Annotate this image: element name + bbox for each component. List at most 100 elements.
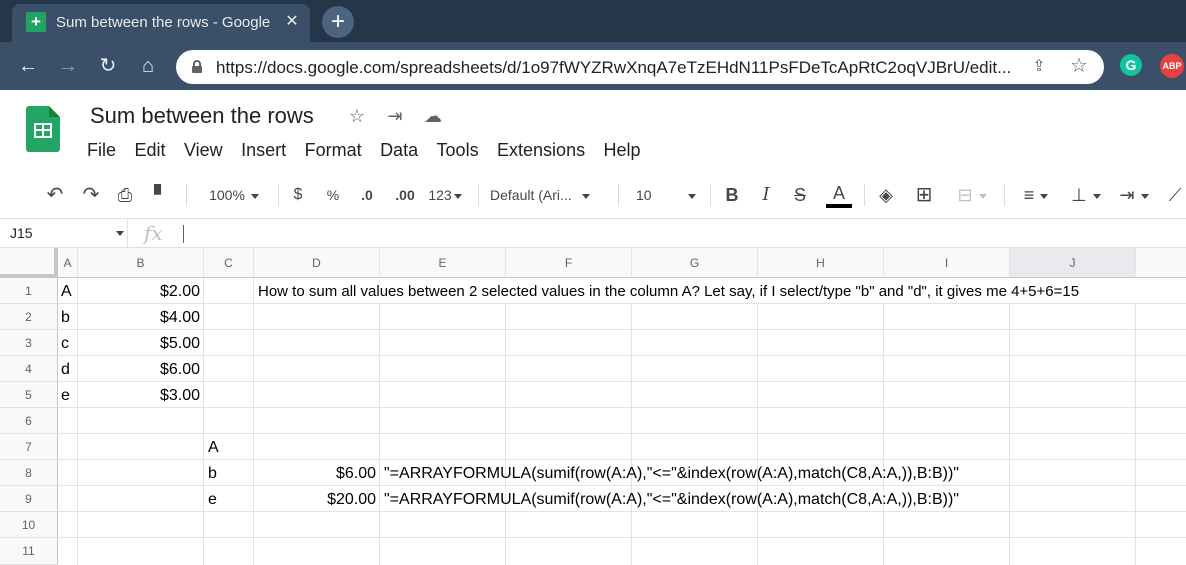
docs-header: Sum between the rows ☆ ⇥ ☁ File Edit Vie… xyxy=(0,90,1186,170)
more-formats-select[interactable]: 123 xyxy=(424,182,466,208)
select-all-corner[interactable] xyxy=(0,248,58,278)
undo-icon[interactable]: ↶ xyxy=(44,182,66,208)
row-header-5[interactable]: 5 xyxy=(0,382,58,408)
lock-icon xyxy=(192,60,202,73)
reload-icon[interactable]: ↻ xyxy=(96,54,120,78)
forward-icon[interactable]: → xyxy=(56,54,80,78)
font-size-select[interactable]: 10 xyxy=(630,182,700,208)
column-header-b[interactable]: B xyxy=(78,248,204,278)
strikethrough-button[interactable]: S xyxy=(790,182,810,208)
menu-view[interactable]: View xyxy=(177,138,230,163)
cell-b1[interactable]: $2.00 xyxy=(80,283,200,301)
cell-c7[interactable]: A xyxy=(208,439,219,457)
grammarly-extension-icon[interactable]: G xyxy=(1120,54,1142,76)
cell-d1[interactable]: How to sum all values between 2 selected… xyxy=(258,283,1079,301)
horizontal-align-icon[interactable]: ≡ xyxy=(1014,182,1058,208)
row-header-10[interactable]: 10 xyxy=(0,512,58,538)
row-header-1[interactable]: 1 xyxy=(0,278,58,304)
tab-title: Sum between the rows - Google xyxy=(56,14,271,31)
text-color-button[interactable]: A xyxy=(826,182,852,208)
print-icon[interactable]: ⎙ xyxy=(114,182,136,208)
menu-help[interactable]: Help xyxy=(597,138,648,163)
increase-decimal-button[interactable]: .00 xyxy=(390,182,420,208)
format-percent-button[interactable]: % xyxy=(322,182,344,208)
cell-b2[interactable]: $4.00 xyxy=(80,309,200,327)
share-icon[interactable]: ⇪ xyxy=(1028,56,1050,78)
menu-edit[interactable]: Edit xyxy=(127,138,172,163)
paint-format-icon[interactable]: ▘ xyxy=(150,182,172,208)
redo-icon[interactable]: ↷ xyxy=(80,182,102,208)
cell-a1[interactable]: A xyxy=(61,283,72,301)
move-folder-icon[interactable]: ⇥ xyxy=(384,105,406,127)
row-header-3[interactable]: 3 xyxy=(0,330,58,356)
italic-button[interactable]: I xyxy=(756,182,776,208)
vertical-align-icon[interactable]: ⊥ xyxy=(1066,182,1106,208)
row-header-6[interactable]: 6 xyxy=(0,408,58,434)
cell-c9[interactable]: e xyxy=(208,491,217,509)
document-title[interactable]: Sum between the rows xyxy=(90,103,314,129)
row-header-8[interactable]: 8 xyxy=(0,460,58,486)
cloud-status-icon[interactable]: ☁ xyxy=(422,105,444,127)
close-tab-icon[interactable]: ✕ xyxy=(282,11,302,33)
row-header-7[interactable]: 7 xyxy=(0,434,58,460)
font-family-select[interactable]: Default (Ari... xyxy=(490,182,608,208)
row-header-4[interactable]: 4 xyxy=(0,356,58,382)
toolbar: ↶ ↷ ⎙ ▘ 100% $ % .0 .00 123 Default (Ari… xyxy=(0,176,1186,214)
menu-format[interactable]: Format xyxy=(298,138,369,163)
cell-e9[interactable]: "=ARRAYFORMULA(sumif(row(A:A),"<="&index… xyxy=(384,491,959,509)
column-header-j[interactable]: J xyxy=(1010,248,1136,278)
cell-d8[interactable]: $6.00 xyxy=(256,465,376,483)
merge-cells-icon[interactable]: ⊟ xyxy=(948,182,996,208)
cell-c8[interactable]: b xyxy=(208,465,217,483)
cell-a5[interactable]: e xyxy=(61,387,70,405)
column-header-e[interactable]: E xyxy=(380,248,506,278)
column-header-a[interactable]: A xyxy=(58,248,78,278)
menu-file[interactable]: File xyxy=(80,138,123,163)
column-header-h[interactable]: H xyxy=(758,248,884,278)
column-header-i[interactable]: I xyxy=(884,248,1010,278)
row-header-11[interactable]: 11 xyxy=(0,538,58,565)
url-text[interactable]: https://docs.google.com/spreadsheets/d/1… xyxy=(216,58,1016,78)
cell-b3[interactable]: $5.00 xyxy=(80,335,200,353)
name-box-dropdown-icon[interactable] xyxy=(116,231,124,236)
column-header-f[interactable]: F xyxy=(506,248,632,278)
browser-tab[interactable]: + Sum between the rows - Google ✕ xyxy=(12,4,310,42)
bold-button[interactable]: B xyxy=(722,182,742,208)
home-icon[interactable]: ⌂ xyxy=(136,54,160,78)
borders-icon[interactable]: ⊞ xyxy=(912,182,936,208)
formula-input[interactable] xyxy=(196,225,1176,243)
fx-icon: fx xyxy=(144,221,163,245)
text-rotation-icon[interactable]: ⟋ xyxy=(1164,182,1186,208)
cell-b4[interactable]: $6.00 xyxy=(80,361,200,379)
menu-extensions[interactable]: Extensions xyxy=(490,138,592,163)
cell-a4[interactable]: d xyxy=(61,361,70,379)
text-wrapping-icon[interactable]: ⇥ xyxy=(1112,182,1156,208)
menu-bar: File Edit View Insert Format Data Tools … xyxy=(80,138,648,164)
adblock-extension-icon[interactable]: ABP xyxy=(1160,54,1184,78)
star-icon[interactable]: ☆ xyxy=(346,105,368,127)
address-bar[interactable]: https://docs.google.com/spreadsheets/d/1… xyxy=(176,50,1104,84)
sheets-logo-icon[interactable] xyxy=(26,106,60,152)
bookmark-star-icon[interactable]: ☆ xyxy=(1068,55,1090,77)
menu-data[interactable]: Data xyxy=(373,138,425,163)
cell-d9[interactable]: $20.00 xyxy=(256,491,376,509)
zoom-select[interactable]: 100% xyxy=(198,182,270,208)
new-tab-button[interactable]: + xyxy=(322,6,354,38)
column-header-g[interactable]: G xyxy=(632,248,758,278)
fill-color-icon[interactable]: ◈ xyxy=(874,182,898,208)
decrease-decimal-button[interactable]: .0 xyxy=(354,182,380,208)
row-header-9[interactable]: 9 xyxy=(0,486,58,512)
menu-tools[interactable]: Tools xyxy=(430,138,486,163)
row-header-2[interactable]: 2 xyxy=(0,304,58,330)
cell-b5[interactable]: $3.00 xyxy=(80,387,200,405)
column-header-d[interactable]: D xyxy=(254,248,380,278)
menu-insert[interactable]: Insert xyxy=(234,138,293,163)
cell-e8[interactable]: "=ARRAYFORMULA(sumif(row(A:A),"<="&index… xyxy=(384,465,959,483)
format-currency-button[interactable]: $ xyxy=(288,182,308,208)
back-icon[interactable]: ← xyxy=(16,54,40,78)
cell-a2[interactable]: b xyxy=(61,309,70,327)
column-header-k[interactable] xyxy=(1136,248,1186,278)
cell-a3[interactable]: c xyxy=(61,335,69,353)
column-header-c[interactable]: C xyxy=(204,248,254,278)
name-box[interactable]: J15 xyxy=(0,219,128,247)
